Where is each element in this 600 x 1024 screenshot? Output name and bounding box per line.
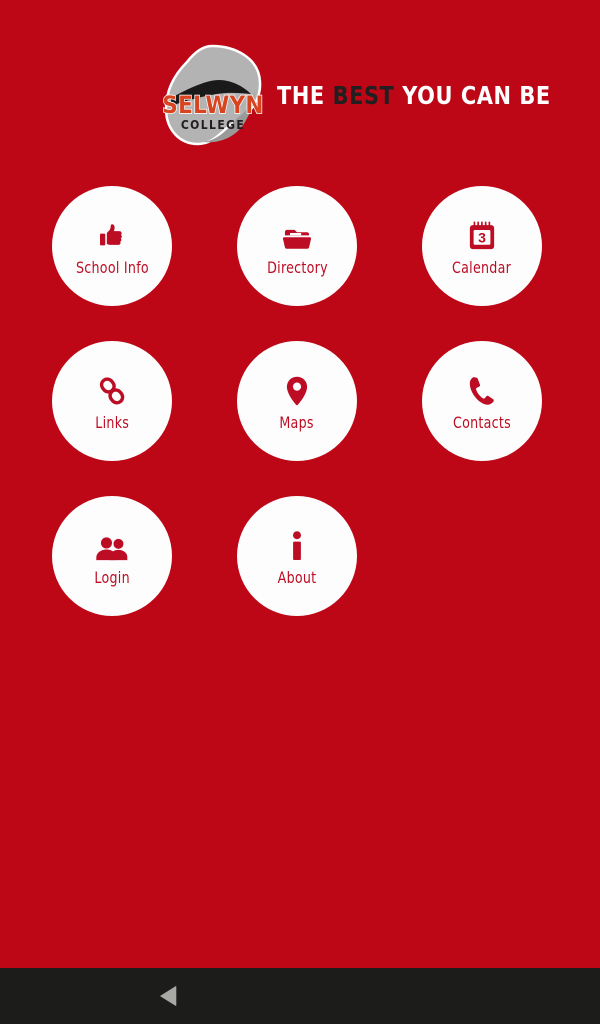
tile-label: Maps [279, 412, 315, 432]
tile-label: School Info [75, 257, 149, 277]
app-screen: SELWYN COLLEGE THE BEST YOU CAN BE Schoo… [0, 0, 600, 968]
tile-about[interactable]: About [237, 496, 357, 616]
tile-directory[interactable]: Directory [237, 186, 357, 306]
tile-label: Login [94, 567, 130, 587]
app-header: SELWYN COLLEGE THE BEST YOU CAN BE [0, 0, 600, 175]
tile-label: Links [95, 412, 129, 432]
tile-links[interactable]: Links [52, 341, 172, 461]
selwyn-college-logo: SELWYN COLLEGE [163, 44, 263, 146]
calendar-icon: 3 [468, 217, 496, 251]
tile-contacts[interactable]: Contacts [422, 341, 542, 461]
chain-link-icon [98, 372, 126, 406]
back-button[interactable] [140, 968, 196, 1024]
map-pin-icon [286, 372, 308, 406]
header-branding: SELWYN COLLEGE THE BEST YOU CAN BE [163, 43, 571, 147]
android-navigation-bar [0, 968, 600, 1024]
tile-calendar[interactable]: 3 Calendar [422, 186, 542, 306]
users-icon [96, 527, 128, 561]
tagline-part-you-can-be: YOU CAN BE [402, 80, 551, 110]
folder-icon [282, 217, 312, 251]
back-triangle-icon [159, 985, 177, 1007]
tile-label: About [277, 567, 317, 587]
calendar-day-number: 3 [478, 229, 486, 245]
tagline-part-the: THE [277, 80, 325, 110]
tile-school-info[interactable]: School Info [52, 186, 172, 306]
tile-label: Directory [266, 257, 328, 277]
tile-login[interactable]: Login [52, 496, 172, 616]
info-icon [291, 527, 303, 561]
logo-sub-text: COLLEGE [181, 118, 245, 132]
logo-name-text: SELWYN [163, 91, 263, 119]
thumbs-up-icon [97, 217, 127, 251]
header-tagline: THE BEST YOU CAN BE [277, 83, 551, 108]
tagline-part-best: BEST [332, 80, 395, 110]
tile-label: Calendar [452, 257, 512, 277]
phone-icon [469, 372, 495, 406]
tile-maps[interactable]: Maps [237, 341, 357, 461]
tile-label: Contacts [453, 412, 511, 432]
